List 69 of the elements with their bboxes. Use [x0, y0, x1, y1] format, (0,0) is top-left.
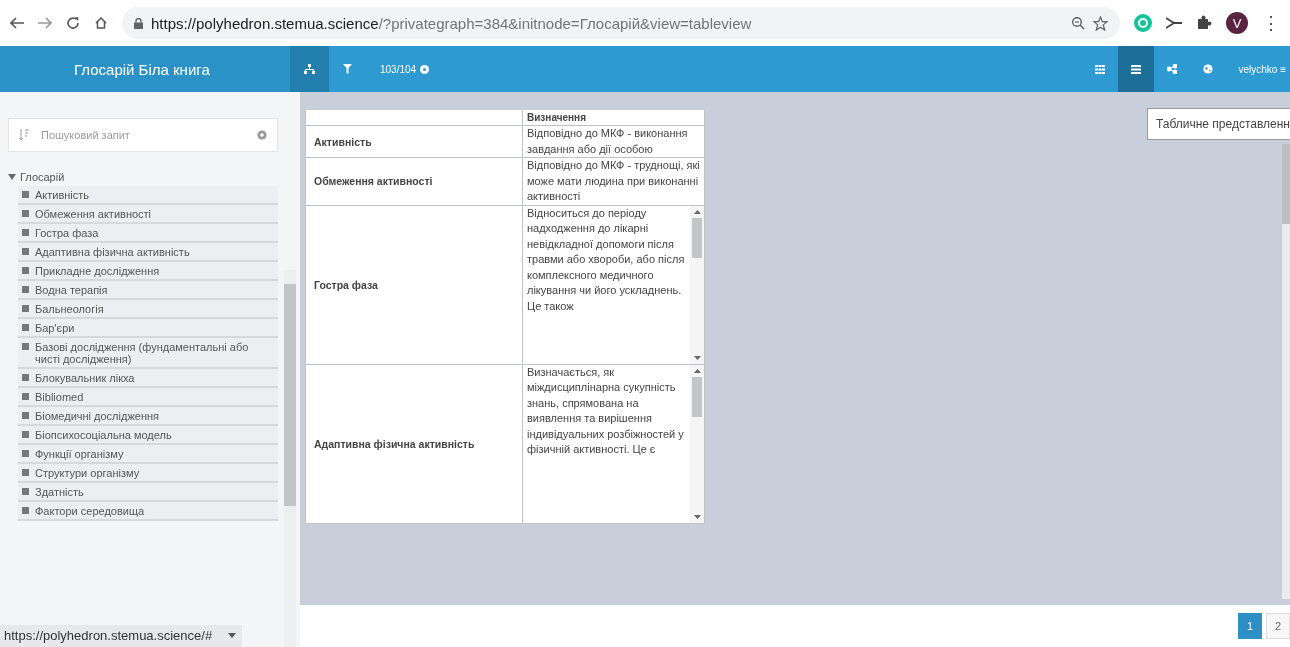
- settings-icon: [420, 64, 430, 74]
- share-icon: [1167, 64, 1178, 74]
- caret-icon[interactable]: [8, 174, 16, 180]
- tree-item[interactable]: Водна терапія: [18, 281, 278, 300]
- page-button[interactable]: 1: [1238, 613, 1262, 639]
- page-button[interactable]: 2: [1266, 613, 1290, 639]
- tree-item[interactable]: Bibliomed: [18, 388, 278, 407]
- tree-item[interactable]: Адаптивна фізична активність: [18, 243, 278, 262]
- star-icon[interactable]: [1093, 15, 1108, 31]
- scrollbar-thumb[interactable]: [284, 284, 296, 506]
- hierarchy-button[interactable]: [290, 46, 329, 92]
- home-icon[interactable]: [94, 16, 108, 30]
- hierarchy-icon: [304, 64, 315, 74]
- table-cell: Адаптивна фізична активність: [305, 364, 523, 523]
- scroll-up-icon[interactable]: [693, 209, 701, 214]
- tree-item[interactable]: Базові дослідження (фундаментальні або чисті дослідження): [18, 338, 278, 369]
- sort-icon[interactable]: [19, 129, 29, 141]
- tree-item[interactable]: Біомедичні дослідження: [18, 407, 278, 426]
- grid-icon: [1095, 64, 1106, 74]
- tree-item[interactable]: Прикладне дослідження: [18, 262, 278, 281]
- scroll-down-icon[interactable]: [693, 514, 701, 519]
- scroll-down-icon[interactable]: [693, 355, 701, 360]
- table-cell: Активність: [305, 125, 523, 158]
- tree-item[interactable]: Обмеження активності: [18, 205, 278, 224]
- table-cell: Гостра фаза: [305, 205, 523, 364]
- table-cell-text: Відповідно до МКФ - виконання завдання або дії особою: [526, 126, 689, 157]
- table-cell: Обмеження активності: [305, 157, 523, 205]
- menu-button[interactable]: ⋮: [1262, 12, 1280, 34]
- extension-icon[interactable]: [1166, 17, 1182, 29]
- scroll-up-icon[interactable]: [693, 368, 701, 373]
- app-title: Глосарій Біла книга: [0, 46, 290, 92]
- status-url: https://polyhedron.stemua.science/#: [4, 628, 213, 643]
- scrollbar[interactable]: [1282, 144, 1290, 599]
- back-icon[interactable]: [10, 17, 24, 29]
- scrollbar-thumb[interactable]: [692, 217, 702, 258]
- search-box[interactable]: Пошуковий запит: [8, 118, 278, 152]
- table-cell-text: Відповідно до МКФ - труднощі, які може мати людина при виконанні активності: [526, 158, 701, 204]
- cell-scrollbar[interactable]: [690, 205, 704, 364]
- column-header: Визначення: [522, 110, 705, 126]
- zoom-icon[interactable]: [1071, 16, 1085, 30]
- profile-avatar[interactable]: V: [1226, 12, 1248, 34]
- tree-item[interactable]: Біопсихосоціальна модель: [18, 426, 278, 445]
- puzzle-icon[interactable]: [1196, 15, 1212, 31]
- tree-item[interactable]: Бар'єри: [18, 319, 278, 338]
- tree-item[interactable]: Фактори середовища: [18, 502, 278, 521]
- address-bar[interactable]: https://polyhedron.stemua.science/?privategraph=384&initnode=Глосарій&view=tableview: [122, 7, 1120, 39]
- table-icon: [1131, 64, 1142, 74]
- settings-icon[interactable]: [257, 130, 267, 140]
- scrollbar-thumb[interactable]: [692, 376, 702, 417]
- view-button[interactable]: [1118, 46, 1155, 92]
- filter-icon: [343, 64, 352, 74]
- tree-item[interactable]: Функції організму: [18, 445, 278, 464]
- tree-item[interactable]: Блокувальник лікха: [18, 369, 278, 388]
- reload-icon[interactable]: [66, 16, 80, 30]
- tree-item[interactable]: Бальнеологія: [18, 300, 278, 319]
- search-field[interactable]: Пошуковий запит: [39, 128, 247, 142]
- lock-icon: [134, 17, 143, 29]
- tree-item[interactable]: Структури організму: [18, 464, 278, 483]
- url-text: https://polyhedron.stemua.science/?privategraph=384&initnode=Глосарій&view=tableview: [151, 14, 753, 32]
- tree-item[interactable]: Гостра фаза: [18, 224, 278, 243]
- table-cell-text: Визначається, як міждисциплінарна сукупність знань, спрямована на виявлення та вирішення індивідуальних розбіжностей у фізичній активності. Це є: [526, 364, 685, 457]
- caret-icon: [228, 633, 237, 638]
- forward-icon[interactable]: [38, 17, 52, 29]
- table-cell-text: Відноситься до періоду надходження до лікарні невідкладної допомоги після травми або хвороби, або після комплексного медичного лікування чи його ускладнень. Це також: [526, 205, 686, 314]
- tree-item[interactable]: Здатність: [18, 483, 278, 502]
- cell-scrollbar[interactable]: [690, 364, 704, 523]
- tree-item[interactable]: Активність: [18, 186, 278, 205]
- globe-icon: [1203, 64, 1214, 74]
- tooltip: Табличне представленн: [1146, 108, 1290, 140]
